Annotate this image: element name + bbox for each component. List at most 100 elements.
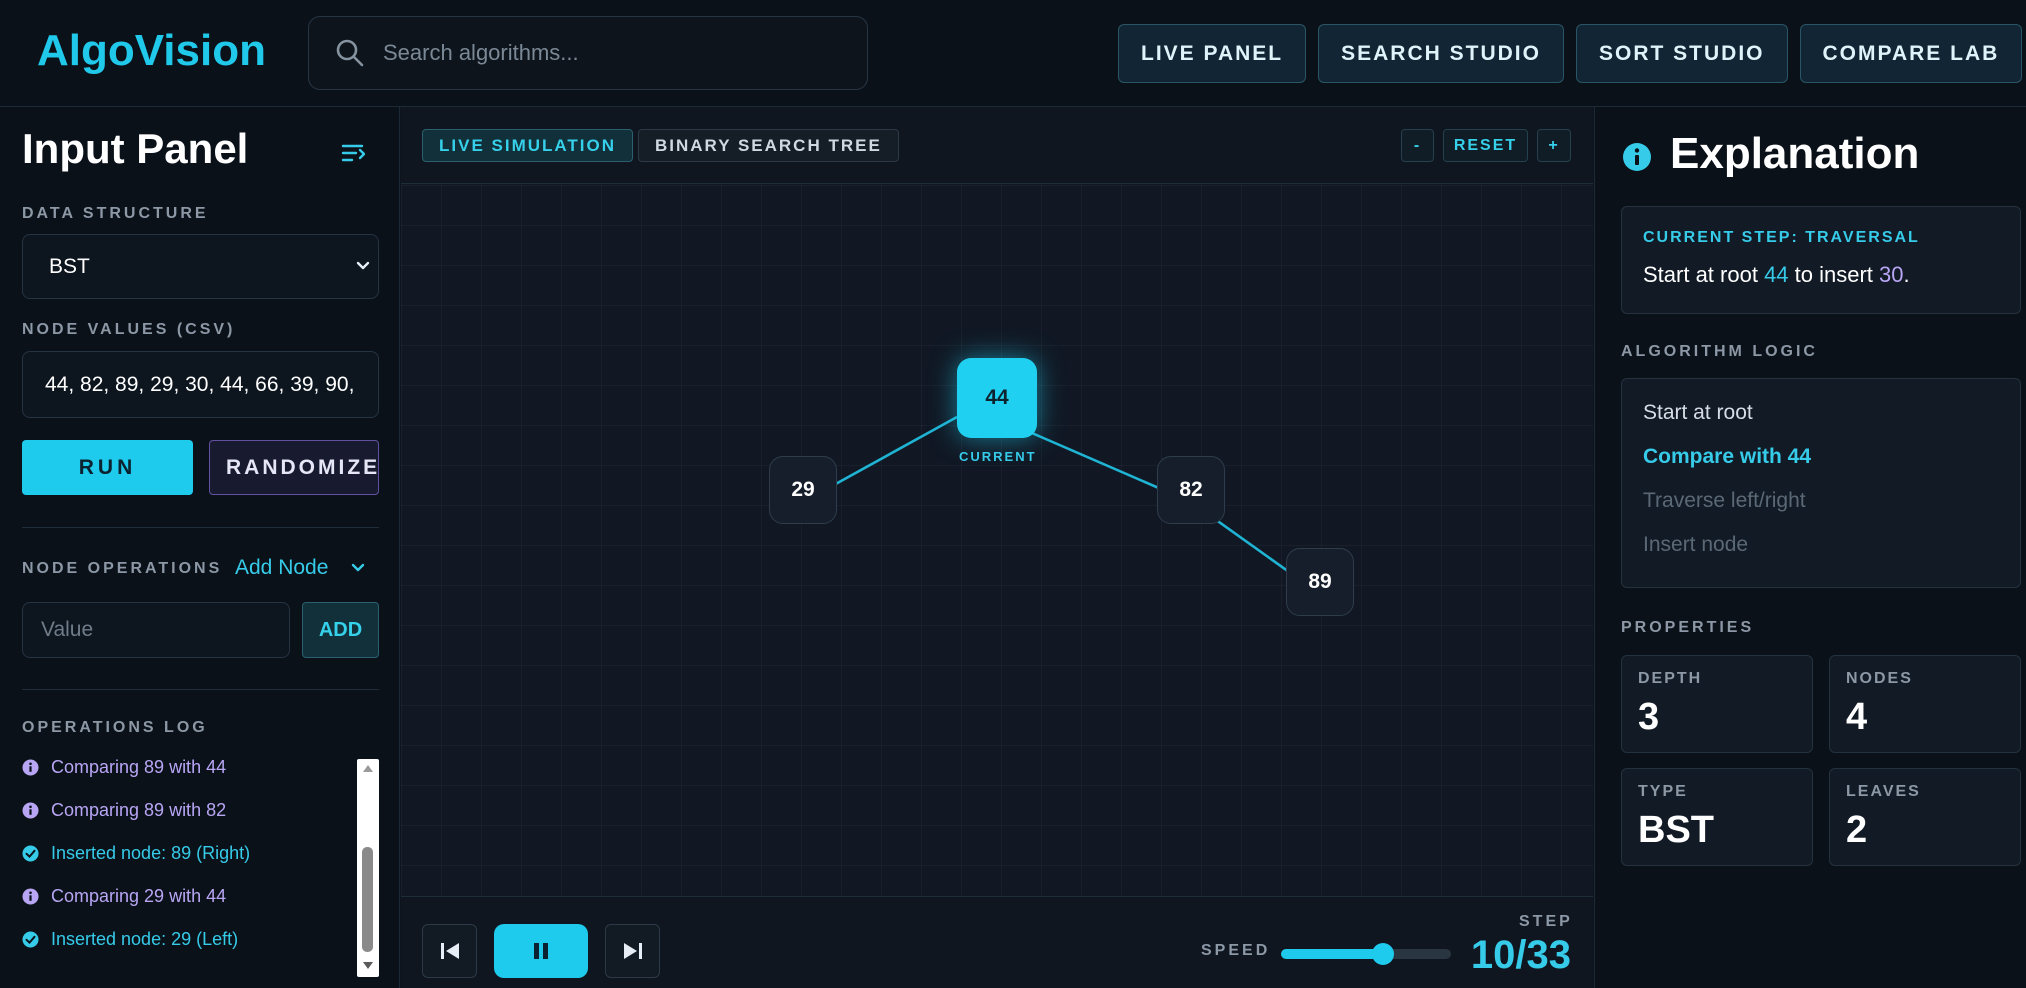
log-entry: Comparing 29 with 44: [22, 881, 226, 911]
visualization-area: LIVE SIMULATION BINARY SEARCH TREE - RES…: [401, 107, 1593, 988]
log-entry: Comparing 89 with 44: [22, 752, 226, 782]
speed-slider[interactable]: [1281, 943, 1451, 965]
nav-buttons: LIVE PANEL SEARCH STUDIO SORT STUDIO COM…: [1118, 24, 2023, 83]
log-entry-text: Inserted node: 89 (Right): [51, 842, 251, 863]
divider: [22, 527, 379, 528]
node-values-input[interactable]: 44, 82, 89, 29, 30, 44, 66, 39, 90,: [22, 351, 379, 418]
property-label: DEPTH: [1638, 670, 1703, 687]
info-icon: [1623, 143, 1651, 171]
logic-step: Insert node: [1643, 533, 1749, 556]
step-root-value: 44: [1764, 262, 1789, 287]
property-value: 3: [1638, 696, 1660, 738]
property-label: TYPE: [1638, 783, 1688, 800]
data-structure-select[interactable]: BST: [22, 234, 379, 299]
log-entry-text: Comparing 89 with 44: [51, 756, 227, 777]
scrollbar-thumb[interactable]: [362, 847, 373, 952]
tree-node[interactable]: 29: [769, 456, 837, 524]
skip-back-icon: [440, 943, 459, 959]
chevron-down-icon: [356, 261, 370, 270]
nav-sort-studio-button[interactable]: SORT STUDIO: [1575, 24, 1788, 83]
app-logo[interactable]: AlgoVision: [37, 26, 266, 76]
randomize-button[interactable]: RANDOMIZE: [209, 440, 379, 495]
nav-search-studio-button[interactable]: SEARCH STUDIO: [1318, 24, 1564, 83]
info-icon: [22, 759, 39, 775]
search-icon: [336, 39, 364, 67]
log-entry-text: Comparing 89 with 82: [51, 799, 227, 820]
step-back-button[interactable]: [422, 924, 477, 978]
step-forward-button[interactable]: [605, 924, 660, 978]
nav-live-panel-button[interactable]: LIVE PANEL: [1118, 24, 1307, 83]
log-entry: Inserted node: 89 (Right): [22, 838, 250, 868]
skip-forward-icon: [623, 943, 642, 959]
operations-log: Comparing 89 with 44 Comparing 89 with 82…: [22, 752, 379, 982]
node-operation-select[interactable]: Add Node: [235, 556, 366, 580]
info-icon: [22, 888, 39, 904]
step-insert-value: 30: [1879, 262, 1904, 287]
step-label: STEP: [1519, 913, 1573, 930]
logic-step: Compare with 44: [1643, 445, 1812, 468]
search-input[interactable]: [383, 40, 843, 66]
step-text-part: Start at root: [1643, 262, 1765, 287]
logic-step: Traverse left/right: [1643, 489, 1806, 512]
explanation-title: Explanation: [1670, 129, 1920, 178]
search-bar[interactable]: [308, 16, 868, 90]
property-label: NODES: [1846, 670, 1913, 687]
top-header: AlgoVision LIVE PANEL SEARCH STUDIO SORT…: [0, 0, 2026, 107]
property-type: TYPE BST: [1621, 768, 1813, 866]
chevron-down-icon: [352, 563, 365, 572]
panel-title: Input Panel: [22, 125, 249, 172]
check-circle-icon: [22, 931, 39, 947]
property-depth: DEPTH 3: [1621, 655, 1813, 753]
log-entry-text: Inserted node: 29 (Left): [51, 928, 239, 949]
info-icon: [22, 802, 39, 818]
logic-step: Start at root: [1643, 401, 1753, 424]
node-operation-value: Add Node: [235, 556, 329, 579]
speed-label: SPEED: [1201, 942, 1271, 959]
pause-button[interactable]: [494, 924, 588, 978]
speed-slider-fill: [1281, 949, 1383, 959]
live-simulation-tag[interactable]: LIVE SIMULATION: [422, 129, 634, 162]
run-button[interactable]: RUN: [22, 440, 193, 495]
property-label: LEAVES: [1846, 783, 1921, 800]
tree-node-current[interactable]: 44: [957, 358, 1037, 438]
algorithm-logic-card: Start at root Compare with 44 Traverse lef…: [1621, 378, 2021, 588]
step-counter: 10/33: [1470, 933, 1571, 977]
pause-icon: [534, 943, 548, 959]
tree-node[interactable]: 82: [1157, 456, 1225, 524]
algorithm-logic-label: ALGORITHM LOGIC: [1621, 343, 1818, 360]
operations-log-label: OPERATIONS LOG: [22, 719, 208, 736]
step-text-part: .: [1903, 262, 1910, 287]
data-structure-value: BST: [49, 254, 90, 278]
node-values-label: NODE VALUES (CSV): [22, 321, 236, 338]
tree-node[interactable]: 89: [1286, 548, 1354, 616]
canvas-toolbar: LIVE SIMULATION BINARY SEARCH TREE - RES…: [401, 107, 1593, 184]
explanation-panel: Explanation CURRENT STEP: TRAVERSAL Star…: [1594, 107, 2026, 988]
property-value: 4: [1846, 696, 1868, 738]
check-circle-icon: [22, 845, 39, 861]
tree-edges: [802, 415, 1321, 596]
binary-search-tree-tag[interactable]: BINARY SEARCH TREE: [638, 129, 899, 162]
node-operations-label: NODE OPERATIONS: [22, 560, 223, 577]
log-entry-text: Comparing 29 with 44: [51, 885, 227, 906]
tree-canvas[interactable]: 44 CURRENT 29 82 89: [401, 185, 1593, 895]
sort-lines-icon[interactable]: [340, 139, 368, 167]
playback-controls: SPEED STEP 10/33: [401, 896, 1593, 988]
reset-button[interactable]: RESET: [1443, 129, 1528, 162]
input-panel: Input Panel DATA STRUCTURE BST NODE VALU…: [0, 107, 400, 988]
zoom-in-button[interactable]: +: [1537, 129, 1571, 162]
speed-slider-thumb[interactable]: [1372, 943, 1394, 965]
zoom-out-button[interactable]: -: [1401, 129, 1434, 162]
node-value-input[interactable]: Value: [22, 602, 290, 658]
nav-compare-lab-button[interactable]: COMPARE LAB: [1799, 24, 2023, 83]
step-text-part: to insert: [1788, 262, 1880, 287]
divider: [22, 689, 379, 690]
property-leaves: LEAVES 2: [1829, 768, 2021, 866]
log-entry: Comparing 89 with 82: [22, 795, 226, 825]
scroll-down-icon[interactable]: [362, 959, 374, 971]
log-scrollbar[interactable]: [357, 759, 379, 977]
property-nodes: NODES 4: [1829, 655, 2021, 753]
add-node-button[interactable]: ADD: [302, 602, 379, 658]
properties-label: PROPERTIES: [1621, 619, 1755, 636]
scroll-up-icon[interactable]: [362, 763, 374, 775]
log-entry: Inserted node: 29 (Left): [22, 924, 238, 954]
